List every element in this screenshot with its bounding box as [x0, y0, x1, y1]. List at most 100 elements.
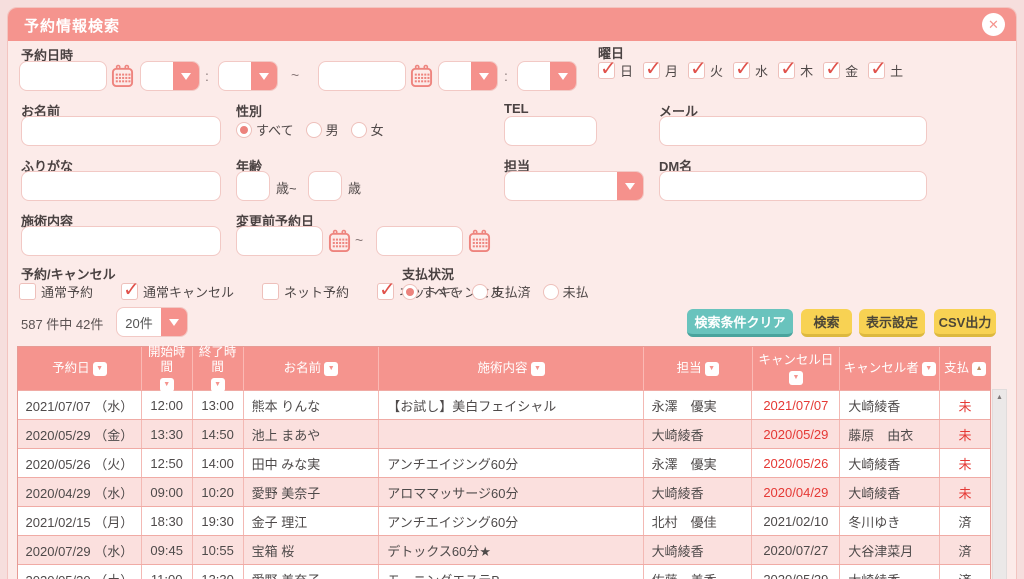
- column-label: キャンセル者: [844, 361, 919, 376]
- cell-treatment: アンチエイジング60分: [379, 449, 643, 477]
- table-row[interactable]: 2020/05/29 （金）13:3014:50池上 まあや大崎綾香2020/0…: [18, 419, 990, 448]
- calendar-icon[interactable]: [328, 229, 351, 253]
- col-header-6[interactable]: キャンセル日▼: [753, 347, 841, 390]
- gender-radio-1[interactable]: 男: [306, 120, 339, 139]
- furigana-input[interactable]: [21, 171, 221, 201]
- minute-to-select[interactable]: [517, 61, 577, 91]
- gender-radio-0[interactable]: すべて: [236, 120, 294, 139]
- reserve-cancel-checkbox-0[interactable]: 通常予約: [19, 282, 93, 301]
- payment-status-radio-1[interactable]: 支払済: [472, 282, 531, 301]
- table-row[interactable]: 2020/07/29 （水）09:4510:55宝箱 桜デトックス60分★大崎綾…: [18, 535, 990, 564]
- cell-date: 2021/07/07 （水）: [18, 391, 142, 419]
- col-header-2[interactable]: 終了時間▼: [193, 347, 244, 390]
- reserve-cancel-checkbox-1[interactable]: 通常キャンセル: [121, 282, 234, 301]
- tel-label: TEL: [504, 101, 529, 116]
- results-table: 予約日▼開始時間▼終了時間▼お名前▼施術内容▼担当▼キャンセル日▼キャンセル者▼…: [17, 346, 991, 579]
- cell-date: 2020/04/29 （水）: [18, 478, 142, 506]
- staff-select[interactable]: [504, 171, 644, 201]
- hour-to-select[interactable]: [438, 61, 498, 91]
- date-to-input[interactable]: [318, 61, 406, 91]
- table-row[interactable]: 2020/05/30 （土）11:0013:30愛野 美奈子モーニングエステB佐…: [18, 564, 990, 579]
- colon-separator: :: [205, 68, 209, 84]
- checkbox-label: 通常キャンセル: [143, 282, 234, 301]
- reserve-cancel-checkbox-2[interactable]: ネット予約: [262, 282, 349, 301]
- cell-canceller: 冬川ゆき: [840, 507, 940, 535]
- clear-search-button[interactable]: 検索条件クリア: [687, 309, 793, 337]
- page-size-select[interactable]: 20件: [116, 307, 188, 337]
- cell-canceller: 大崎綾香: [840, 565, 940, 579]
- col-header-3[interactable]: お名前▼: [244, 347, 380, 390]
- checkbox-icon: [121, 283, 138, 300]
- table-row[interactable]: 2021/02/15 （月）18:3019:30金子 理江アンチエイジング60分…: [18, 506, 990, 535]
- tel-input[interactable]: [504, 116, 597, 146]
- cell-treatment: モーニングエステB: [379, 565, 643, 579]
- weekday-checkbox-5[interactable]: 金: [823, 61, 858, 80]
- search-button[interactable]: 検索: [801, 309, 852, 337]
- calendar-icon[interactable]: [410, 64, 433, 88]
- dialog-title: 予約情報検索: [24, 15, 120, 36]
- csv-export-button[interactable]: CSV出力: [934, 309, 996, 337]
- cell-start: 11:00: [142, 565, 193, 579]
- sort-down-icon: ▼: [211, 378, 225, 392]
- payment-status-radio-0[interactable]: すべて: [402, 282, 460, 301]
- cell-end: 14:00: [193, 449, 244, 477]
- col-header-8[interactable]: 支払▲: [940, 347, 990, 390]
- weekday-checkbox-2[interactable]: 火: [688, 61, 723, 80]
- previous-date-from-input[interactable]: [236, 226, 323, 256]
- table-row[interactable]: 2020/05/26 （火）12:5014:00田中 みな実アンチエイジング60…: [18, 448, 990, 477]
- table-row[interactable]: 2020/04/29 （水）09:0010:20愛野 美奈子アロママッサージ60…: [18, 477, 990, 506]
- weekday-checkbox-0[interactable]: 日: [598, 61, 633, 80]
- name-input[interactable]: [21, 116, 221, 146]
- cell-payment: 済: [940, 536, 990, 564]
- col-header-0[interactable]: 予約日▼: [18, 347, 142, 390]
- dm-name-input[interactable]: [659, 171, 927, 201]
- checkbox-icon: [733, 62, 750, 79]
- treatment-input[interactable]: [21, 226, 221, 256]
- col-header-5[interactable]: 担当▼: [644, 347, 753, 390]
- cell-cancel_date: 2021/02/10: [752, 507, 840, 535]
- column-label: 施術内容: [477, 361, 527, 376]
- cell-start: 09:45: [142, 536, 193, 564]
- mail-input[interactable]: [659, 116, 927, 146]
- cell-payment: 済: [940, 565, 990, 579]
- minute-from-select[interactable]: [218, 61, 278, 91]
- weekday-checkbox-3[interactable]: 水: [733, 61, 768, 80]
- weekday-checkbox-6[interactable]: 土: [868, 61, 903, 80]
- payment-status-group: すべて支払済未払: [402, 282, 589, 301]
- age-from-input[interactable]: [236, 171, 270, 201]
- table-row[interactable]: 2021/07/07 （水）12:0013:00熊本 りんな【お試し】美白フェイ…: [18, 390, 990, 419]
- calendar-icon[interactable]: [111, 64, 134, 88]
- sort-down-icon: ▼: [93, 362, 107, 376]
- cell-end: 14:50: [193, 420, 244, 448]
- cell-treatment: アンチエイジング60分: [379, 507, 643, 535]
- cell-date: 2020/05/30 （土）: [18, 565, 142, 579]
- dialog-titlebar: 予約情報検索 ✕: [8, 8, 1016, 41]
- previous-date-to-input[interactable]: [376, 226, 463, 256]
- minute-to-value: [518, 62, 550, 90]
- cell-cancel_date: 2020/07/27: [752, 536, 840, 564]
- sort-up-icon: ▲: [972, 362, 986, 376]
- radio-label: 男: [326, 120, 339, 139]
- hour-from-select[interactable]: [140, 61, 200, 91]
- display-settings-button[interactable]: 表示設定: [859, 309, 925, 337]
- gender-radio-2[interactable]: 女: [351, 120, 384, 139]
- col-header-4[interactable]: 施術内容▼: [379, 347, 643, 390]
- age-to-input[interactable]: [308, 171, 342, 201]
- cell-staff: 大崎綾香: [644, 478, 753, 506]
- col-header-1[interactable]: 開始時間▼: [142, 347, 193, 390]
- col-header-7[interactable]: キャンセル者▼: [840, 347, 940, 390]
- checkbox-label: 水: [755, 61, 768, 80]
- cell-name: 池上 まあや: [244, 420, 380, 448]
- calendar-icon[interactable]: [468, 229, 491, 253]
- weekday-checkbox-4[interactable]: 木: [778, 61, 813, 80]
- weekday-checkbox-1[interactable]: 月: [643, 61, 678, 80]
- cell-start: 13:30: [142, 420, 193, 448]
- cell-canceller: 大崎綾香: [840, 391, 940, 419]
- hour-from-value: [141, 62, 173, 90]
- column-label: 予約日: [52, 361, 90, 376]
- sort-down-icon: ▼: [324, 362, 338, 376]
- close-button[interactable]: ✕: [982, 13, 1005, 36]
- date-from-input[interactable]: [19, 61, 107, 91]
- table-scrollbar[interactable]: ▲: [992, 389, 1007, 579]
- payment-status-radio-2[interactable]: 未払: [543, 282, 589, 301]
